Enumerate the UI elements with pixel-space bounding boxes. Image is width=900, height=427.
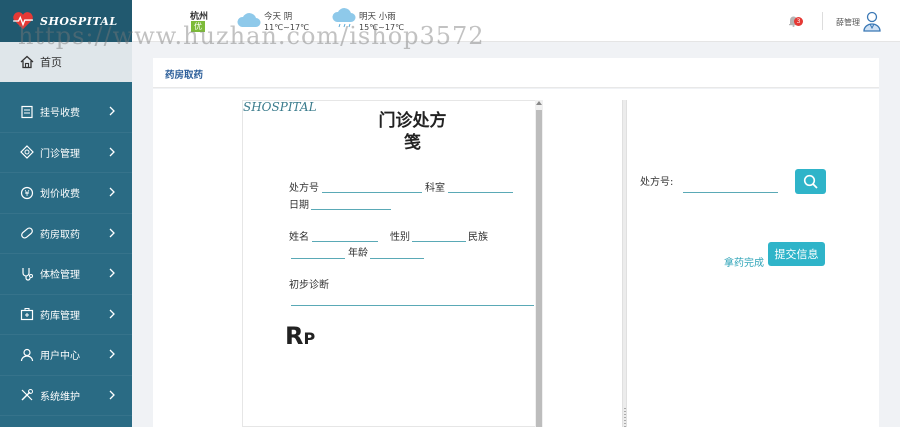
sidebar-item-checkup[interactable]: 体检管理 — [0, 254, 132, 295]
scroll-up-arrow-icon[interactable] — [536, 101, 542, 105]
sidebar-nav: 挂号收费 门诊管理 ¥ 划价收费 药房取药 体检管理 药库管理 用户中心 系统维… — [0, 92, 132, 416]
medkit-icon — [20, 308, 34, 321]
panel-header: 药房取药 — [153, 58, 879, 88]
sidebar-item-pharmacy[interactable]: 药房取药 — [0, 214, 132, 254]
sidebar: SHOSPITAL 首页 挂号收费 门诊管理 ¥ 划价收费 药房取药 体检管理 … — [0, 0, 132, 427]
diagnosis-label: 初步诊断 — [289, 280, 329, 291]
sidebar-item-maintenance[interactable]: 系统维护 — [0, 376, 132, 416]
prescription-logo: SHOSPITAL — [243, 100, 317, 114]
search-icon — [803, 174, 818, 189]
weather-today: 今天 阴 — [264, 12, 293, 22]
chevron-right-icon — [109, 187, 115, 197]
rp-symbol: RP — [285, 322, 315, 350]
age-label: 年龄 — [348, 248, 368, 259]
sidebar-item-label: 系统维护 — [40, 391, 80, 403]
sidebar-item-label: 挂号收费 — [40, 108, 80, 120]
svg-text:¥: ¥ — [24, 189, 29, 198]
chevron-right-icon — [109, 228, 115, 237]
receipt-icon — [21, 105, 33, 118]
sidebar-item-label: 体检管理 — [40, 270, 80, 282]
prescription-title-line2: 笺 — [404, 133, 421, 153]
preview-scrollbar[interactable] — [535, 100, 543, 427]
patient-name-label: 姓名 — [289, 232, 309, 243]
chevron-right-icon — [109, 106, 115, 116]
notification-count-badge: 3 — [794, 17, 803, 26]
stethoscope-icon — [22, 267, 33, 281]
tools-icon — [21, 389, 33, 401]
ethnicity-line — [291, 258, 345, 259]
rx-number-field-label: 处方号: — [640, 177, 674, 188]
gender-line — [412, 241, 466, 242]
sidebar-item-storage[interactable]: 药库管理 — [0, 295, 132, 335]
department-label: 科室 — [425, 183, 445, 194]
search-button[interactable] — [795, 169, 826, 194]
chevron-right-icon — [109, 147, 115, 156]
diagnosis-line — [291, 305, 534, 306]
rp-letter: R — [285, 322, 304, 350]
sidebar-item-registration[interactable]: 挂号收费 — [0, 92, 132, 133]
patient-name-line — [312, 241, 378, 242]
ethnicity-label: 民族 — [468, 232, 488, 243]
rx-number-input[interactable] — [683, 175, 778, 193]
sidebar-item-label: 首页 — [40, 56, 62, 69]
sidebar-item-label: 药房取药 — [40, 229, 80, 241]
prescription-title-line1: 门诊处方 — [378, 111, 447, 131]
chevron-right-icon — [109, 349, 115, 359]
sidebar-item-outpatient[interactable]: 门诊管理 — [0, 133, 132, 173]
sidebar-item-label: 划价收费 — [40, 189, 80, 201]
department-line — [448, 192, 513, 193]
rx-number-line — [322, 192, 422, 193]
rp-subscript: P — [303, 329, 316, 348]
medicine-icon — [21, 227, 33, 239]
sidebar-item-label: 门诊管理 — [40, 148, 80, 160]
sidebar-item-label: 用户中心 — [40, 351, 80, 363]
dispense-complete-link[interactable]: 拿药完成 — [724, 254, 764, 269]
rx-number-label: 处方号 — [289, 183, 319, 194]
avatar[interactable] — [862, 10, 882, 32]
user-icon — [20, 348, 34, 361]
gender-label: 性别 — [390, 232, 410, 243]
splitter-grip[interactable] — [624, 408, 626, 427]
topbar-divider — [822, 12, 823, 30]
page-title: 药房取药 — [165, 70, 204, 81]
sidebar-item-pricing[interactable]: ¥ 划价收费 — [0, 173, 132, 214]
sidebar-item-user-center[interactable]: 用户中心 — [0, 335, 132, 376]
home-icon — [20, 55, 34, 69]
scrollbar-thumb[interactable] — [536, 110, 542, 427]
chevron-right-icon — [109, 309, 115, 318]
date-line — [311, 209, 391, 210]
prescription-title: 门诊处方 笺 — [350, 110, 475, 154]
sidebar-item-label: 药库管理 — [40, 310, 80, 322]
watermark: https://www.huzhan.com/ishop3572 — [18, 22, 485, 50]
coin-icon: ¥ — [20, 186, 34, 199]
user-name[interactable]: 薛管理 — [836, 17, 860, 28]
date-label: 日期 — [289, 200, 309, 211]
diamond-icon — [20, 145, 34, 160]
age-line — [370, 258, 424, 259]
weather-tomorrow: 明天 小雨 — [359, 12, 396, 22]
submit-button[interactable]: 提交信息 — [768, 242, 825, 266]
panel-splitter[interactable] — [622, 100, 627, 427]
chevron-right-icon — [109, 390, 115, 399]
chevron-right-icon — [109, 268, 115, 278]
